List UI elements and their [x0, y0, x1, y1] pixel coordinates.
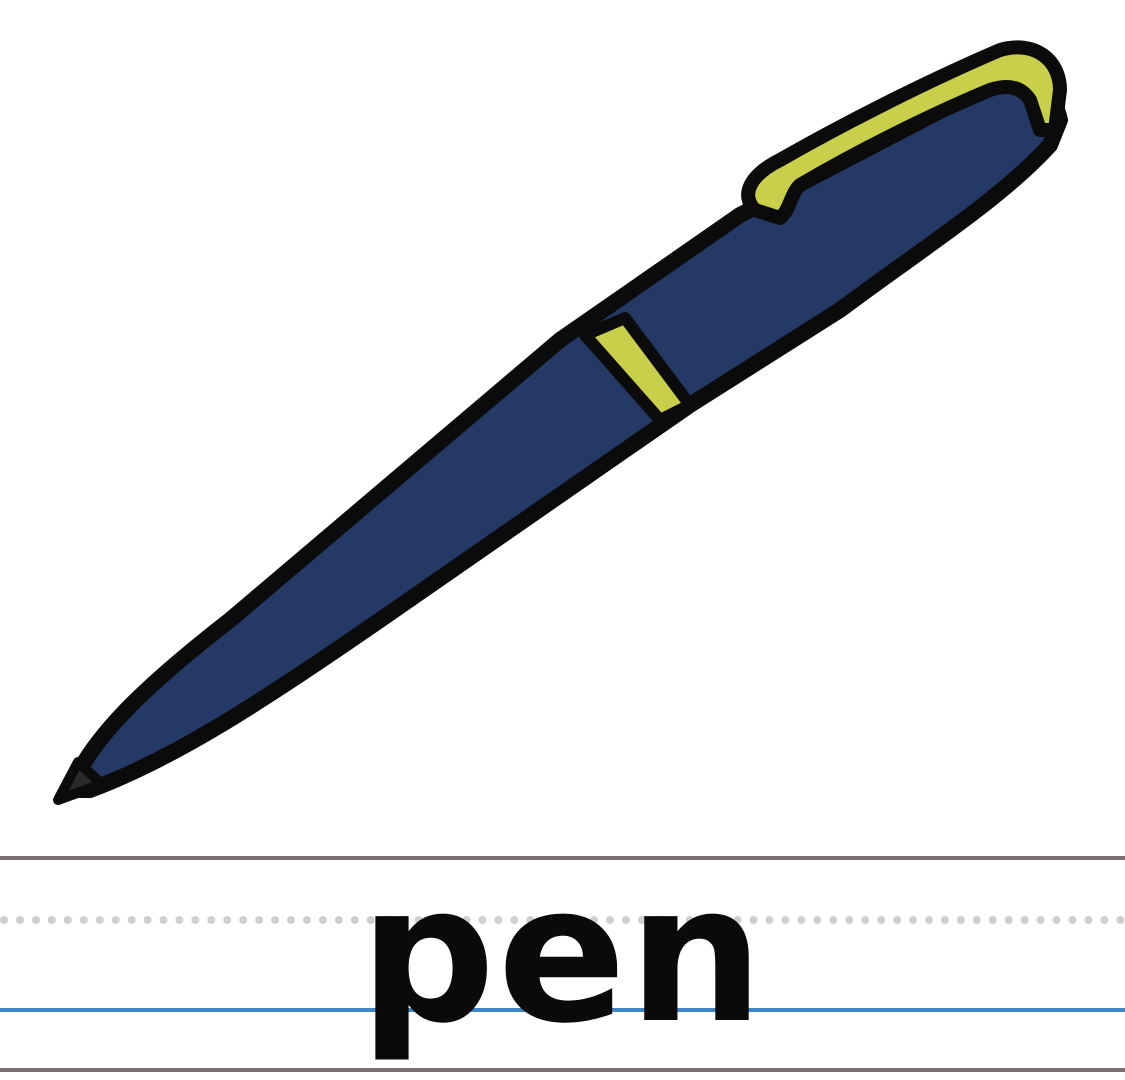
- word-label: pen: [359, 844, 766, 1065]
- handwriting-lines: pen: [0, 840, 1125, 1080]
- pen-icon: [53, 40, 1068, 805]
- pen-body: [62, 72, 1068, 798]
- flashcard: pen: [0, 0, 1125, 1080]
- bottom-line: [0, 1068, 1125, 1072]
